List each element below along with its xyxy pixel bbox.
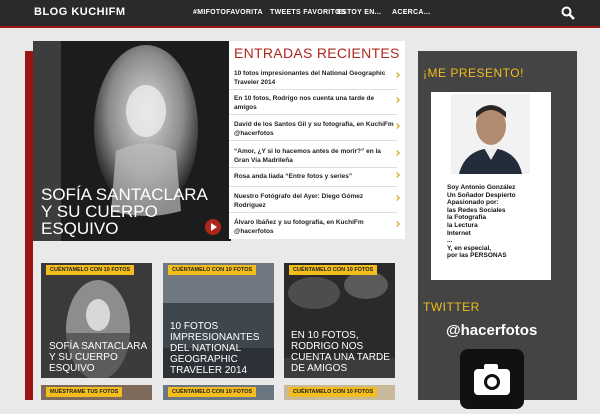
category-tag[interactable]: CUÉNTAMELO CON 10 FOTOS bbox=[289, 265, 378, 275]
recent-post-link[interactable]: En 10 fotos, Rodrigo nos cuenta una tard… bbox=[234, 94, 394, 112]
twitter-handle[interactable]: @hacerfotos bbox=[446, 322, 537, 339]
about-card: Soy Antonio González Un Soñador Despiert… bbox=[431, 92, 551, 280]
chevron-right-icon bbox=[394, 97, 400, 103]
recent-post-link[interactable]: “Amor, ¿Y si lo hacemos antes de morir?”… bbox=[234, 147, 394, 165]
nav-item-mifotofavorita[interactable]: #MIFOTOFAVORITA bbox=[193, 9, 263, 16]
category-tag[interactable]: CUÉNTAMELO CON 10 FOTOS bbox=[168, 387, 257, 397]
recent-post-link[interactable]: David de los Santos Gil y su fotografía,… bbox=[234, 120, 394, 138]
divider bbox=[229, 89, 397, 90]
category-tag[interactable]: CUÉNTAMELO CON 10 FOTOS bbox=[168, 265, 257, 275]
site-title[interactable]: BLOG KUCHIFM bbox=[34, 6, 126, 18]
divider bbox=[229, 167, 397, 168]
tile-title[interactable]: SOFÍA SANTACLARA Y SU CUERPO ESQUIVO bbox=[49, 341, 152, 374]
divider bbox=[229, 212, 397, 213]
nav-item-acerca[interactable]: ACERCA... bbox=[392, 9, 430, 16]
post-tile[interactable]: CUÉNTAMELO CON 10 FOTOS SOFÍA SANTACLARA… bbox=[41, 263, 152, 378]
recent-post-link[interactable]: Álvaro Ibáñez y su fotografía, en KuchiF… bbox=[234, 218, 394, 236]
recent-post-link[interactable]: Nuestro Fotógrafo del Ayer: Diego Gómez … bbox=[234, 192, 394, 210]
play-arrow-icon[interactable] bbox=[205, 219, 221, 235]
top-navigation-bar: BLOG KUCHIFM #MIFOTOFAVORITA TWEETS FAVO… bbox=[0, 0, 600, 28]
tile-title[interactable]: EN 10 FOTOS, RODRIGO NOS CUENTA UNA TARD… bbox=[291, 330, 394, 374]
post-tile[interactable]: CUÉNTAMELO CON 10 FOTOS bbox=[163, 385, 274, 400]
featured-post[interactable]: SOFÍA SANTACLARA Y SU CUERPO ESQUIVO bbox=[33, 41, 231, 241]
divider bbox=[229, 140, 397, 141]
twitter-heading: TWITTER bbox=[423, 300, 480, 314]
recent-post-link[interactable]: Rosa anda liada “Entre fotos y series” bbox=[234, 172, 394, 181]
camera-glyph bbox=[474, 364, 510, 395]
chevron-right-icon bbox=[394, 150, 400, 156]
featured-title[interactable]: SOFÍA SANTACLARA Y SU CUERPO ESQUIVO bbox=[41, 186, 211, 237]
chevron-right-icon bbox=[394, 123, 400, 129]
category-tag[interactable]: CUÉNTAMELO CON 10 FOTOS bbox=[289, 387, 378, 397]
search-icon[interactable] bbox=[561, 6, 575, 20]
post-tile[interactable]: CUÉNTAMELO CON 10 FOTOS bbox=[284, 385, 395, 400]
chevron-right-icon bbox=[394, 221, 400, 227]
category-tag[interactable]: MUÉSTRAME TUS FOTOS bbox=[46, 387, 123, 397]
chevron-right-icon bbox=[394, 72, 400, 78]
recent-posts-panel: ENTRADAS RECIENTES 10 fotos impresionant… bbox=[229, 41, 405, 239]
nav-item-tweets-favoritos[interactable]: TWEETS FAVORITOS bbox=[270, 9, 346, 16]
post-tile[interactable]: CUÉNTAMELO CON 10 FOTOS 10 FOTOS IMPRESI… bbox=[163, 263, 274, 378]
about-text: Soy Antonio González Un Soñador Despiert… bbox=[447, 184, 516, 260]
chevron-right-icon bbox=[394, 195, 400, 201]
left-accent-bar bbox=[25, 51, 33, 400]
nav-item-estoy-en[interactable]: ESTOY EN... bbox=[337, 9, 381, 16]
post-tile[interactable]: CUÉNTAMELO CON 10 FOTOS EN 10 FOTOS, ROD… bbox=[284, 263, 395, 378]
recent-posts-heading: ENTRADAS RECIENTES bbox=[234, 45, 400, 61]
category-tag[interactable]: CUÉNTAMELO CON 10 FOTOS bbox=[46, 265, 135, 275]
divider bbox=[229, 114, 397, 115]
camera-icon[interactable] bbox=[460, 349, 524, 409]
divider bbox=[229, 186, 397, 187]
tile-title[interactable]: 10 FOTOS IMPRESIONANTES DEL NATIONAL GEO… bbox=[170, 321, 273, 376]
post-tile[interactable]: MUÉSTRAME TUS FOTOS bbox=[41, 385, 152, 400]
sidebar: ¡ME PRESENTO! Soy Antonio González Un So… bbox=[418, 51, 577, 409]
about-heading: ¡ME PRESENTO! bbox=[423, 66, 524, 80]
author-avatar bbox=[451, 94, 530, 174]
chevron-right-icon bbox=[394, 172, 400, 178]
recent-post-link[interactable]: 10 fotos impresionantes del National Geo… bbox=[234, 69, 394, 87]
